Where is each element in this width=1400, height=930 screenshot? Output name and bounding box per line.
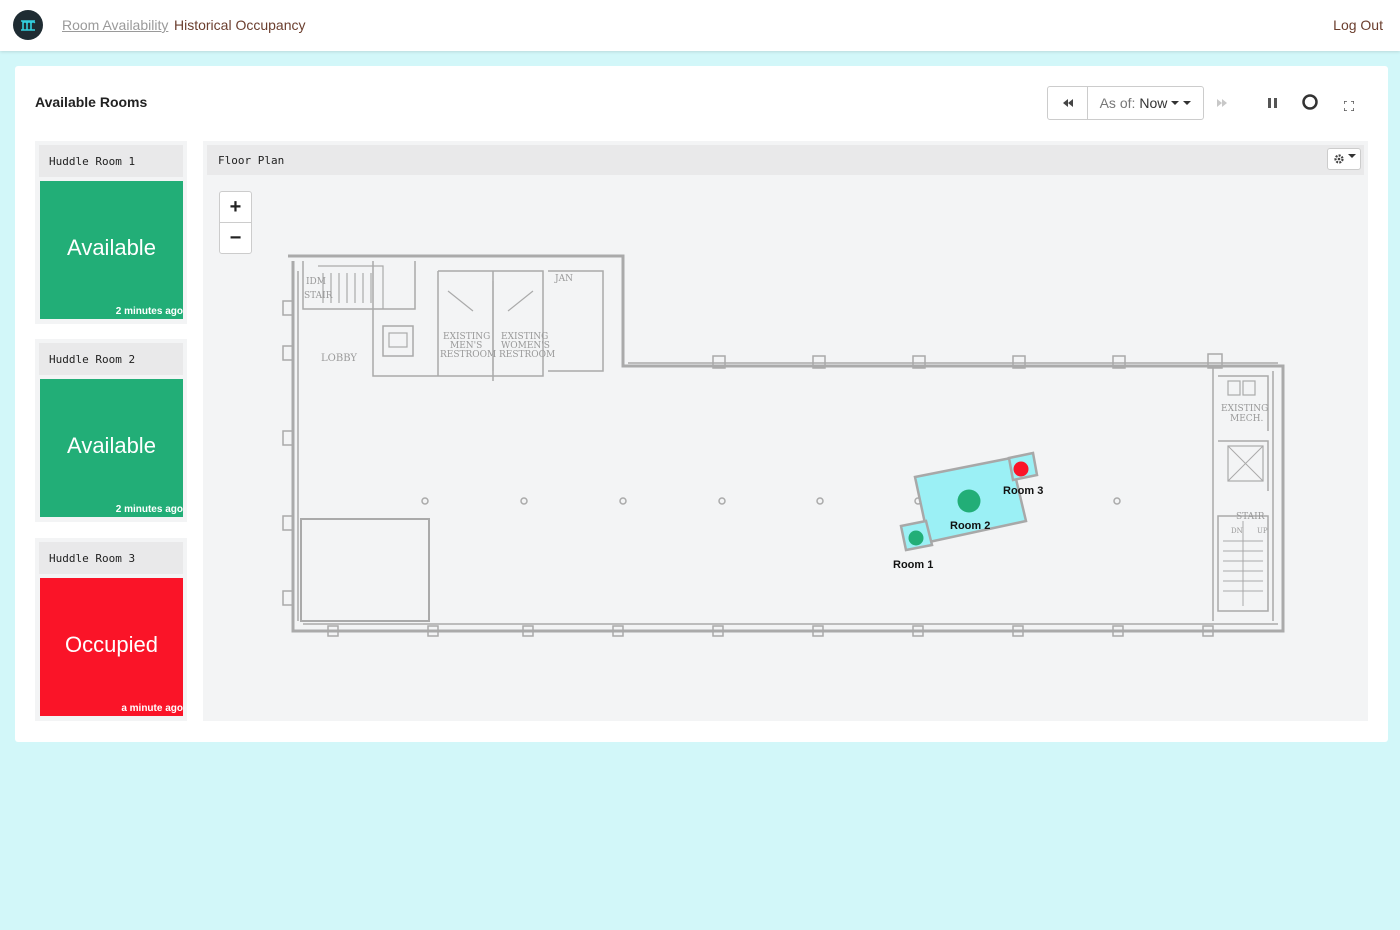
- fast-forward-button[interactable]: [1217, 96, 1227, 110]
- nav-historical-occupancy[interactable]: Historical Occupancy: [174, 17, 306, 33]
- fullscreen-button[interactable]: [1344, 99, 1354, 113]
- floor-plan-panel: IDM STAIR JAN LOBBY EXISTING MEN'S RESTR…: [203, 141, 1368, 721]
- label-up: UP: [1257, 527, 1268, 535]
- label-mech: EXISTING: [1221, 404, 1268, 414]
- refresh-button[interactable]: [1302, 94, 1318, 110]
- rewind-icon: [1062, 99, 1073, 107]
- label-idm-stair: STAIR: [304, 291, 333, 301]
- card-title: Available Rooms: [35, 94, 148, 110]
- nav-room-availability[interactable]: Room Availability: [62, 17, 168, 33]
- room-2-marker[interactable]: [957, 489, 981, 513]
- label-idm-stair: IDM: [306, 277, 326, 287]
- zoom-out-button[interactable]: −: [220, 223, 251, 254]
- room-name: Huddle Room 1: [39, 145, 183, 177]
- room-name: Huddle Room 2: [39, 343, 183, 375]
- fast-forward-icon: [1217, 99, 1227, 107]
- pause-button[interactable]: [1268, 96, 1277, 110]
- time-controls: As of: Now: [1047, 86, 1204, 120]
- room-status-tile: Occupied a minute ago: [40, 578, 183, 716]
- label-mech: MECH.: [1230, 414, 1264, 424]
- room-status-text: Occupied: [65, 632, 158, 657]
- label-stair: STAIR: [1236, 512, 1265, 522]
- logout-link[interactable]: Log Out: [1333, 17, 1383, 33]
- loading-ring-icon: [1302, 94, 1318, 110]
- room-card-1[interactable]: Huddle Room 1 Available 2 minutes ago: [35, 141, 187, 324]
- caret-down-icon: [1171, 101, 1180, 105]
- room-status-text: Available: [67, 433, 156, 458]
- pause-icon: [1268, 98, 1277, 108]
- room-3-label: Room 3: [1003, 485, 1043, 497]
- label-jan: JAN: [554, 274, 573, 284]
- room-2-label: Room 2: [950, 520, 990, 532]
- logo-mark-icon: [21, 20, 36, 31]
- label-dn: DN: [1231, 527, 1243, 535]
- room-1-marker[interactable]: [908, 530, 924, 546]
- room-card-2[interactable]: Huddle Room 2 Available 2 minutes ago: [35, 339, 187, 522]
- room-updated-time: 2 minutes ago: [115, 306, 183, 317]
- room-status-tile: Available 2 minutes ago: [40, 379, 183, 517]
- room-updated-time: 2 minutes ago: [115, 504, 183, 515]
- room-1-label: Room 1: [893, 559, 933, 571]
- zoom-in-button[interactable]: +: [220, 192, 251, 223]
- as-of-value: Now: [1139, 95, 1168, 111]
- label-women: RESTROOM: [499, 350, 555, 360]
- rewind-button[interactable]: [1048, 87, 1088, 119]
- floor-plan-header: Floor Plan: [207, 145, 1364, 175]
- room-status-text: Available: [67, 235, 156, 260]
- fullscreen-icon: [1344, 101, 1354, 111]
- room-3-marker[interactable]: [1013, 461, 1029, 477]
- available-rooms-card: Available Rooms As of: Now Huddle Room 1…: [15, 66, 1388, 742]
- room-updated-time: a minute ago: [121, 703, 183, 714]
- app-logo[interactable]: [13, 10, 43, 40]
- caret-down-icon: [1183, 101, 1192, 105]
- zoom-control: + −: [219, 191, 252, 254]
- caret-down-icon: [1347, 154, 1356, 158]
- room-status-tile: Available 2 minutes ago: [40, 181, 183, 319]
- floor-plan-map[interactable]: IDM STAIR JAN LOBBY EXISTING MEN'S RESTR…: [203, 141, 1368, 721]
- as-of-label: As of:: [1099, 95, 1136, 111]
- as-of-dropdown[interactable]: As of: Now: [1088, 87, 1203, 119]
- label-lobby: LOBBY: [321, 353, 357, 364]
- settings-dropdown-button[interactable]: [1327, 148, 1361, 170]
- top-nav: Room Availability Historical Occupancy L…: [0, 0, 1400, 51]
- label-men: RESTROOM: [440, 350, 496, 360]
- room-name: Huddle Room 3: [39, 542, 183, 574]
- floor-plan-title: Floor Plan: [218, 154, 285, 167]
- room-card-3[interactable]: Huddle Room 3 Occupied a minute ago: [35, 538, 187, 721]
- gear-icon: [1333, 154, 1344, 164]
